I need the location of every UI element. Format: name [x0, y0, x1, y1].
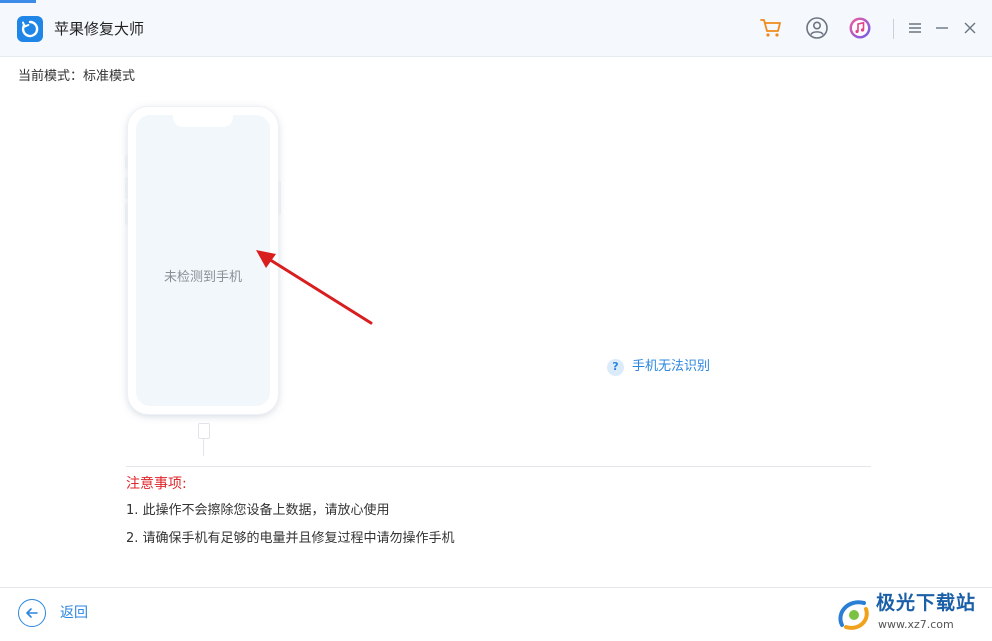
back-arrow-icon: [18, 599, 46, 627]
phone-side-button: [125, 203, 128, 225]
notice-item: 1. 此操作不会擦除您设备上数据，请放心使用: [126, 503, 390, 518]
app-logo-icon: [17, 16, 43, 42]
cable-connector: [198, 423, 210, 439]
cart-icon[interactable]: [759, 16, 783, 40]
itunes-icon[interactable]: [848, 16, 872, 40]
phone-notch: [173, 115, 233, 127]
watermark-brand: 极光下载站: [876, 592, 977, 614]
user-icon[interactable]: [805, 16, 829, 40]
cable-line: [203, 438, 204, 456]
phone-side-button: [125, 177, 128, 199]
back-button[interactable]: 返回: [18, 599, 88, 627]
help-link-text: 手机无法识别: [632, 359, 711, 374]
watermark: 极光下载站 www.xz7.com: [832, 587, 992, 641]
question-icon: ?: [607, 358, 624, 376]
app-title: 苹果修复大师: [54, 20, 145, 38]
watermark-logo-icon: [838, 600, 869, 630]
notice-title: 注意事项:: [126, 476, 187, 492]
top-accent-bar: [0, 0, 36, 3]
current-mode-label: 当前模式：标准模式: [18, 69, 136, 84]
minimize-icon[interactable]: [930, 16, 954, 40]
title-bar: 苹果修复大师: [0, 0, 992, 57]
close-icon[interactable]: [958, 16, 982, 40]
back-label: 返回: [60, 605, 88, 621]
section-divider: [126, 466, 871, 467]
toolbar-separator: [893, 19, 894, 39]
menu-icon[interactable]: [903, 16, 927, 40]
notice-item: 2. 请确保手机有足够的电量并且修复过程中请勿操作手机: [126, 531, 455, 546]
watermark-url: www.xz7.com: [878, 618, 954, 631]
phone-not-recognized-link[interactable]: ? 手机无法识别: [607, 358, 710, 376]
phone-side-button: [278, 181, 281, 215]
phone-side-button: [125, 155, 128, 169]
annotation-arrow: [256, 250, 373, 325]
